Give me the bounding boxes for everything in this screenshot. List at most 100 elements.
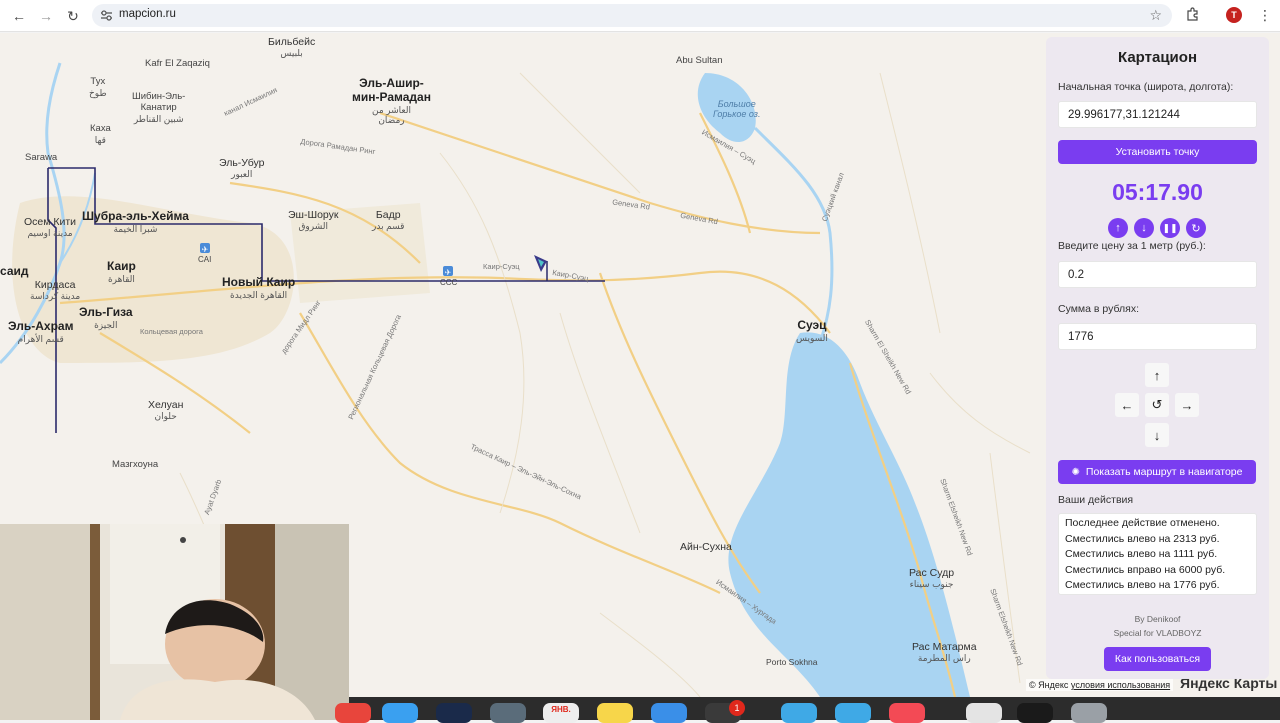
map-label-tukh: Тух طوخ: [89, 76, 107, 98]
flag-marker: [534, 255, 548, 281]
actions-log: Последнее действие отменено. Сместились …: [1058, 513, 1257, 595]
dock-app-icon[interactable]: [651, 703, 687, 723]
map-label-sarawa: Sarawa: [25, 152, 58, 163]
move-left-icon[interactable]: ←: [1115, 393, 1139, 417]
webcam-image: [0, 524, 349, 720]
pause-icon[interactable]: ❚❚: [1160, 218, 1180, 238]
address-bar[interactable]: mapcion.ru ☆: [92, 4, 1172, 27]
map-label-badr: Бадр قسم بدر: [372, 209, 405, 232]
down-arrow-icon[interactable]: ↓: [1134, 218, 1154, 238]
how-to-use-button[interactable]: Как пользоваться: [1104, 647, 1211, 671]
dock-app-icon[interactable]: [597, 703, 633, 723]
site-settings-icon[interactable]: [100, 9, 113, 22]
reload-icon[interactable]: ↻: [63, 6, 83, 26]
up-arrow-icon[interactable]: ↑: [1108, 218, 1128, 238]
panel-title: Картацион: [1118, 49, 1197, 66]
trash-icon[interactable]: [1071, 703, 1107, 723]
dock-app-icon[interactable]: [835, 703, 871, 723]
dock-app-icon[interactable]: 1: [705, 700, 745, 723]
route-icon: ✺: [1071, 466, 1080, 478]
dock-app-icon[interactable]: [781, 703, 817, 723]
kartation-panel: Картацион Начальная точка (широта, долго…: [1046, 37, 1269, 679]
extensions-puzzle-icon[interactable]: [1186, 7, 1200, 21]
map-label-ain-sukhna: Айн-Сухна: [680, 541, 732, 553]
log-entry: Сместились вправо на 6000 руб.: [1065, 563, 1226, 576]
map-label-kafr: Kafr El Zaqaziq: [145, 58, 210, 69]
map-label-abu-sultan: Abu Sultan: [676, 55, 723, 66]
forward-icon[interactable]: →: [36, 6, 56, 26]
dock-app-icon[interactable]: [966, 703, 1002, 723]
calendar-app-icon[interactable]: ЯНВ.: [543, 703, 579, 723]
sum-input[interactable]: 1776: [1058, 323, 1257, 350]
log-entry: Последнее действие отменено.: [1065, 517, 1220, 529]
show-route-button[interactable]: ✺ Показать маршрут в навигаторе: [1058, 460, 1256, 484]
svg-text:✈: ✈: [445, 268, 452, 277]
map-copyright: © Яндекс условия использования: [1026, 679, 1174, 691]
map-label-bitter-lake: Большое Горькое оз.: [713, 99, 761, 120]
map-label-shorouk: Эш-Шорук الشروق: [288, 209, 339, 232]
map-label-ashir: Эль-Ашир- мин-Рамадан العاشر من رمضان: [352, 76, 431, 125]
browser-toolbar: ← → ↻ mapcion.ru ☆ T ⋮: [0, 0, 1280, 32]
notification-badge: 1: [729, 700, 745, 716]
map-label-kirdasa: Кирдаса مدينة كرداسة: [30, 279, 81, 302]
map-label-ccc: CCC: [440, 278, 458, 287]
map-label-mazghouna: Мазгхоуна: [112, 459, 159, 470]
map-label-cairo: Каир القاهرة: [107, 259, 136, 284]
credit-author: By Denikoof: [1134, 614, 1181, 624]
url-text[interactable]: mapcion.ru: [119, 8, 176, 20]
airport-icon-cai: ✈: [200, 243, 210, 254]
road-label: Каир-Суэц: [483, 262, 520, 271]
map-label-ras-sudr: Рас Судр جنوب سيناء: [909, 567, 955, 590]
map-label-giza: Эль-Гиза الجيزة: [79, 305, 133, 330]
profile-avatar[interactable]: T: [1226, 7, 1242, 23]
map-label-ras-matarma: Рас Матарма راس المطرمة: [912, 641, 977, 664]
move-right-icon[interactable]: →: [1175, 393, 1199, 417]
map-label-ahram: Эль-Ахрам قسم الأهرام: [8, 319, 74, 344]
log-entry: Сместились влево на 1776 руб.: [1065, 579, 1220, 592]
refresh-icon[interactable]: ↻: [1186, 218, 1206, 238]
terms-link[interactable]: условия использования: [1071, 680, 1170, 690]
actions-label: Ваши действия: [1058, 494, 1134, 506]
dock-app-icon[interactable]: [335, 703, 371, 723]
log-entry: Сместились влево на 2313 руб.: [1065, 532, 1220, 545]
more-vert-icon[interactable]: ⋮: [1258, 7, 1272, 24]
road-label: Кольцевая дорога: [140, 327, 203, 336]
price-label: Введите цену за 1 метр (руб.):: [1058, 240, 1206, 252]
start-point-input[interactable]: 29.996177,31.121244: [1058, 101, 1257, 128]
map-label-helwan: Хелуан حلوان: [148, 399, 184, 422]
dock-app-icon[interactable]: [1017, 703, 1053, 723]
back-icon[interactable]: ←: [9, 6, 29, 26]
dock: ЯНВ. 1: [335, 697, 1280, 723]
webcam-overlay: [0, 524, 349, 720]
map-label-ubur: Эль-Убур العبور: [219, 157, 265, 180]
dock-app-icon[interactable]: [889, 703, 925, 723]
map-label-porto-sokhna: Porto Sokhna: [766, 657, 818, 667]
show-route-label: Показать маршрут в навигаторе: [1085, 466, 1243, 478]
log-entry: Сместились влево на 1111 руб.: [1065, 548, 1218, 561]
suez-canal: [753, 126, 834, 344]
dock-app-icon[interactable]: [436, 703, 472, 723]
credit-special: Special for VLADBOYZ: [1113, 628, 1202, 638]
map-label-suez: Суэц السويس: [796, 318, 828, 343]
dock-app-icon[interactable]: [490, 703, 526, 723]
map-label-said: саид: [0, 264, 29, 278]
map-label-shibin: Шибин-Эль- Канатир شبين القناطر: [132, 91, 186, 124]
browser-window: ← → ↻ mapcion.ru ☆ T ⋮ ✈ ✈ Бильбейс بلبي…: [0, 0, 1280, 723]
map-label-bilbeis: Бильбейс بلبيس: [268, 36, 316, 59]
map-label-new-cairo: Новый Каир القاهرة الجديدة: [222, 275, 296, 300]
move-up-icon[interactable]: ↑: [1145, 363, 1169, 387]
price-input[interactable]: 0.2: [1058, 261, 1257, 288]
bookmark-star-icon[interactable]: ☆: [1149, 7, 1162, 24]
svg-text:✈: ✈: [202, 245, 209, 254]
map-label-kaha: Каха قها: [90, 123, 111, 145]
airport-icon-ccc: ✈: [443, 266, 453, 277]
move-down-icon[interactable]: ↓: [1145, 423, 1169, 447]
undo-icon[interactable]: ↺: [1145, 393, 1169, 417]
sum-label: Сумма в рублях:: [1058, 303, 1140, 315]
dock-app-icon[interactable]: [382, 703, 418, 723]
start-point-label: Начальная точка (широта, долгота):: [1058, 81, 1234, 93]
set-point-button[interactable]: Установить точку: [1058, 140, 1257, 164]
map-label-osim: Осем Кити مدينة اوسيم: [24, 216, 77, 239]
map-label-cai: CAI: [198, 255, 212, 264]
timer-display: 05:17.90: [1112, 179, 1203, 205]
